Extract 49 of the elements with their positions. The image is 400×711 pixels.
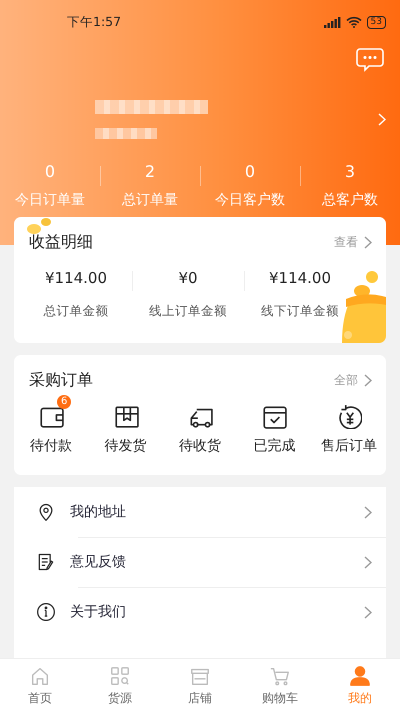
stat-label: 今日客户数 [215, 191, 285, 209]
status-time: 下午1:57 [67, 14, 122, 30]
order-status-item[interactable]: 待发货 [88, 393, 163, 455]
stat-value: 3 [344, 162, 356, 181]
nav-tab[interactable]: 货源 [80, 659, 160, 711]
menu-item[interactable]: 关于我们 [14, 587, 386, 637]
menu-item[interactable]: 意见反馈 [14, 537, 386, 587]
chevron-right-icon [378, 112, 386, 126]
stat-value: 0 [44, 162, 56, 181]
stat-label: 今日订单量 [15, 191, 85, 209]
amount-value: ¥114.00 [44, 269, 108, 287]
money-bag-drawing [340, 271, 386, 343]
cart-icon [269, 665, 291, 687]
user-icon [349, 665, 371, 687]
stat-value: 2 [144, 162, 156, 181]
amount-label: 总订单金额 [44, 303, 108, 320]
chevron-right-icon [364, 506, 372, 518]
amount-label: 线上订单金额 [149, 303, 227, 320]
nav-tab[interactable]: 首页 [0, 659, 80, 711]
nav-tab[interactable]: 店铺 [160, 659, 240, 711]
card-title: 采购订单 [29, 370, 94, 390]
chevron-right-icon [364, 236, 372, 248]
count-badge: 6 [57, 395, 72, 409]
info-icon [36, 602, 56, 622]
stat-label: 总订单量 [122, 191, 178, 209]
stat-label: 总客户数 [322, 191, 378, 209]
battery-indicator: 53 [366, 16, 386, 28]
order-status-item[interactable]: 已完成 [237, 393, 312, 455]
card-title: 收益明细 [29, 232, 94, 252]
amount-value: ¥0 [178, 269, 198, 287]
order-status-item[interactable]: 售后订单 [312, 393, 386, 455]
wifi-icon [346, 16, 362, 28]
grid-search-icon [109, 665, 131, 687]
amount-value: ¥114.00 [268, 269, 332, 287]
order-status-item[interactable]: 待收货 [162, 393, 238, 455]
nav-tab[interactable]: 购物车 [240, 659, 320, 711]
coin-icon [26, 217, 52, 235]
menu-item[interactable]: 我的地址 [14, 487, 386, 537]
amount-label: 线下订单金额 [261, 303, 339, 320]
order-status-item[interactable]: 6 待付款 [14, 393, 88, 455]
stat-value: 0 [244, 162, 256, 181]
signal-icon [324, 16, 341, 28]
home-icon [29, 665, 51, 687]
chevron-right-icon [364, 556, 372, 568]
chevron-right-icon [364, 606, 372, 618]
message-icon[interactable] [356, 48, 384, 72]
blurred-id [95, 128, 157, 138]
chevron-right-icon [364, 374, 372, 386]
note-edit-icon [36, 552, 56, 572]
